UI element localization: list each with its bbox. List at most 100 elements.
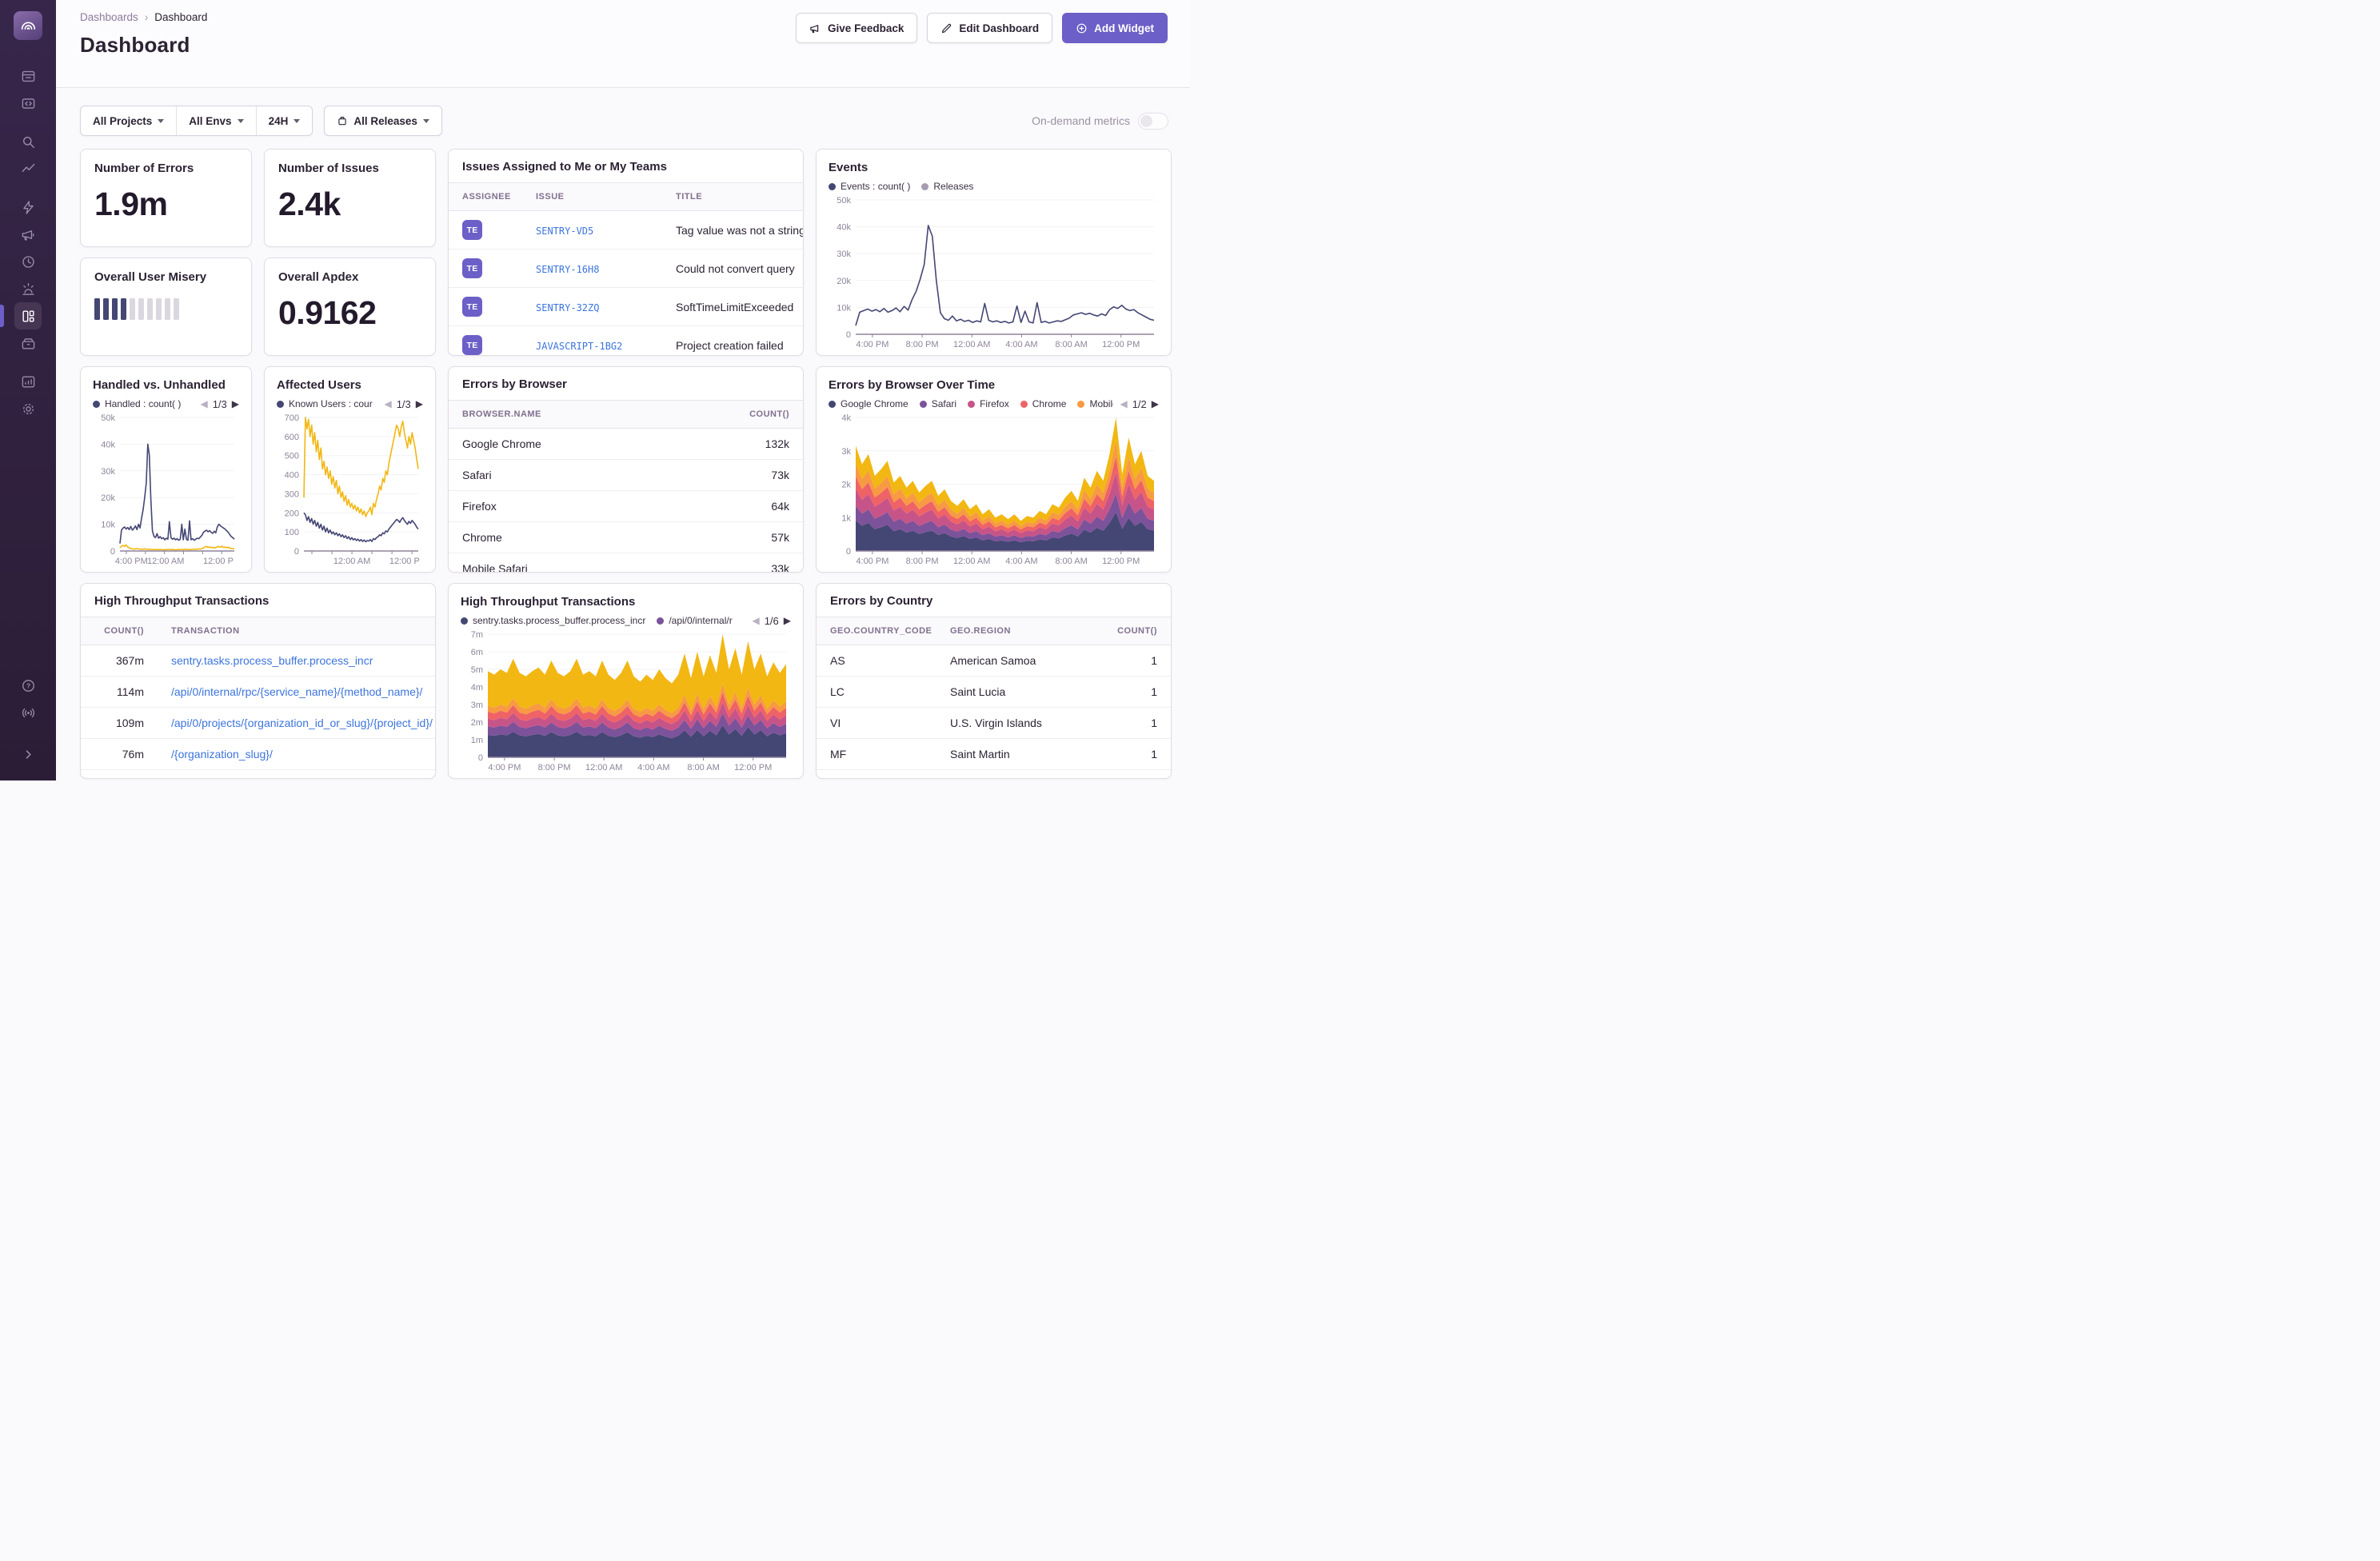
sidebar-collapse-button[interactable] bbox=[14, 741, 42, 768]
pager-next-icon[interactable]: ▶ bbox=[232, 398, 239, 409]
pager-prev-icon[interactable]: ◀ bbox=[752, 615, 759, 626]
column-header[interactable]: ASSIGNEE bbox=[449, 183, 522, 211]
legend-label: /api/0/internal/r bbox=[669, 615, 732, 626]
give-feedback-label: Give Feedback bbox=[828, 22, 904, 34]
sidebar-item-search[interactable] bbox=[14, 128, 42, 155]
svg-text:1m: 1m bbox=[471, 736, 483, 745]
column-header[interactable]: COUNT() bbox=[1099, 617, 1171, 645]
widget-errors-by-browser[interactable]: Errors by BrowserBROWSER.NAMECOUNT()Goog… bbox=[448, 366, 804, 573]
text-cell: MF bbox=[817, 739, 936, 770]
legend-item[interactable]: Releases bbox=[921, 181, 973, 192]
give-feedback-button[interactable]: Give Feedback bbox=[796, 13, 917, 43]
sidebar-item-feedback[interactable] bbox=[14, 221, 42, 248]
breadcrumb-dashboards[interactable]: Dashboards bbox=[80, 11, 138, 23]
widget-errors-by-browser-over-time[interactable]: Errors by Browser Over Time Google Chrom… bbox=[816, 366, 1172, 573]
sidebar-item-stats[interactable] bbox=[14, 368, 42, 395]
sidebar-item-projects[interactable] bbox=[14, 90, 42, 117]
transaction-link[interactable]: sentry.tasks.process_buffer.process_incr bbox=[171, 654, 373, 667]
issue-link[interactable]: SENTRY-VD5 bbox=[536, 226, 593, 237]
assignee-avatar[interactable]: TE bbox=[462, 220, 482, 240]
column-header[interactable]: BROWSER.NAME bbox=[449, 401, 715, 429]
alerts-icon bbox=[21, 281, 36, 297]
legend-item[interactable]: Known Users : cour bbox=[277, 398, 373, 409]
edit-dashboard-button[interactable]: Edit Dashboard bbox=[927, 13, 1052, 43]
pager-next-icon[interactable]: ▶ bbox=[1152, 398, 1159, 409]
ondemand-metrics-toggle[interactable] bbox=[1138, 113, 1168, 130]
column-header[interactable]: GEO.COUNTRY_CODE bbox=[817, 617, 936, 645]
misery-bar bbox=[130, 298, 135, 320]
assignee-avatar[interactable]: TE bbox=[462, 258, 482, 278]
assignee-avatar[interactable]: TE bbox=[462, 297, 482, 317]
column-header[interactable]: GEO.REGION bbox=[936, 617, 1099, 645]
legend-item[interactable]: /api/0/internal/r bbox=[657, 615, 732, 626]
legend-item[interactable]: Mobile S bbox=[1077, 398, 1113, 409]
column-header[interactable]: COUNT() bbox=[81, 617, 158, 645]
widget-affected-users[interactable]: Affected Users Known Users : cour◀1/3▶ 0… bbox=[264, 366, 436, 573]
issue-link[interactable]: SENTRY-32ZQ bbox=[536, 302, 599, 313]
settings-icon bbox=[21, 401, 36, 417]
widget-title: Events bbox=[829, 161, 1159, 174]
widget-overall-apdex[interactable]: Overall Apdex 0.9162 bbox=[264, 258, 436, 356]
issue-link[interactable]: SENTRY-16H8 bbox=[536, 264, 599, 275]
sentry-logo-icon[interactable] bbox=[14, 11, 42, 40]
pager-prev-icon[interactable]: ◀ bbox=[384, 398, 391, 409]
chart-legend: Handled : count( )◀1/3▶ bbox=[93, 397, 239, 411]
assignee-cell: TE bbox=[449, 326, 522, 357]
pager-next-icon[interactable]: ▶ bbox=[784, 615, 791, 626]
legend-pager: ◀1/3▶ bbox=[384, 398, 423, 410]
column-header[interactable]: ISSUE bbox=[522, 183, 662, 211]
sidebar-item-replays[interactable] bbox=[14, 248, 42, 275]
count-cell: 33k bbox=[715, 553, 803, 573]
svg-text:12:00 PM: 12:00 PM bbox=[1102, 340, 1140, 349]
sidebar-item-whats-new[interactable] bbox=[14, 699, 42, 726]
text-cell: SoftTimeLimitExceeded bbox=[662, 288, 803, 326]
pager-prev-icon[interactable]: ◀ bbox=[200, 398, 207, 409]
column-header[interactable]: TRANSACTION bbox=[158, 617, 435, 645]
releases-filter[interactable]: All Releases bbox=[325, 106, 441, 135]
legend-item[interactable]: Events : count( ) bbox=[829, 181, 910, 192]
sidebar-item-performance[interactable] bbox=[14, 194, 42, 221]
transaction-link[interactable]: /api/0/internal/rpc/{service_name}/{meth… bbox=[171, 685, 422, 698]
assignee-avatar[interactable]: TE bbox=[462, 335, 482, 355]
widget-issues-assigned[interactable]: Issues Assigned to Me or My TeamsASSIGNE… bbox=[448, 149, 804, 356]
widget-handled-vs-unhandled[interactable]: Handled vs. Unhandled Handled : count( )… bbox=[80, 366, 252, 573]
projects-filter[interactable]: All Projects bbox=[81, 106, 176, 135]
widget-number-of-issues[interactable]: Number of Issues 2.4k bbox=[264, 149, 436, 247]
widget-events[interactable]: Events Events : count( )Releases 010k20k… bbox=[816, 149, 1172, 356]
transaction-link[interactable]: /{organization_slug}/ bbox=[171, 748, 273, 761]
widget-errors-by-country[interactable]: Errors by CountryGEO.COUNTRY_CODEGEO.REG… bbox=[816, 583, 1172, 779]
sidebar-item-metrics[interactable] bbox=[14, 155, 42, 182]
sidebar-item-settings[interactable] bbox=[14, 395, 42, 422]
svg-text:0: 0 bbox=[294, 547, 299, 557]
legend-item[interactable]: Chrome bbox=[1020, 398, 1067, 409]
pager-prev-icon[interactable]: ◀ bbox=[1120, 398, 1127, 409]
sidebar-item-archive[interactable] bbox=[14, 329, 42, 357]
sidebar-item-help[interactable]: ? bbox=[14, 672, 42, 699]
column-header[interactable]: COUNT() bbox=[715, 401, 803, 429]
column-header[interactable]: TITLE bbox=[662, 183, 803, 211]
widget-number-of-errors[interactable]: Number of Errors 1.9m bbox=[80, 149, 252, 247]
legend-item[interactable]: Handled : count( ) bbox=[93, 398, 181, 409]
widget-high-throughput-transactions-chart[interactable]: High Throughput Transactions sentry.task… bbox=[448, 583, 804, 779]
transaction-link[interactable]: /api/0/projects/{organization_id_or_slug… bbox=[171, 717, 433, 729]
issue-link[interactable]: JAVASCRIPT-1BG2 bbox=[536, 341, 622, 352]
breadcrumb-separator: › bbox=[145, 11, 149, 23]
data-table: GEO.COUNTRY_CODEGEO.REGIONCOUNT()ASAmeri… bbox=[817, 617, 1171, 770]
legend-item[interactable]: Google Chrome bbox=[829, 398, 908, 409]
svg-text:12:00 AM: 12:00 AM bbox=[953, 340, 990, 349]
add-widget-button[interactable]: Add Widget bbox=[1062, 13, 1168, 43]
legend-item[interactable]: Safari bbox=[920, 398, 956, 409]
widget-overall-user-misery[interactable]: Overall User Misery bbox=[80, 258, 252, 356]
widget-high-throughput-transactions-table[interactable]: High Throughput TransactionsCOUNT()TRANS… bbox=[80, 583, 436, 779]
sidebar-item-alerts[interactable] bbox=[14, 275, 42, 302]
svg-text:2m: 2m bbox=[471, 718, 483, 728]
table-row: TESENTRY-VD5Tag value was not a string bbox=[449, 211, 803, 250]
date-range-filter[interactable]: 24H bbox=[256, 106, 313, 135]
legend-item[interactable]: Firefox bbox=[968, 398, 1009, 409]
pager-next-icon[interactable]: ▶ bbox=[416, 398, 423, 409]
legend-item[interactable]: sentry.tasks.process_buffer.process_incr bbox=[461, 615, 645, 626]
sidebar-item-issues[interactable] bbox=[14, 62, 42, 90]
sidebar-item-dashboards[interactable] bbox=[14, 302, 42, 329]
table-row: 76m/{organization_slug}/ bbox=[81, 739, 435, 770]
environments-filter[interactable]: All Envs bbox=[176, 106, 255, 135]
